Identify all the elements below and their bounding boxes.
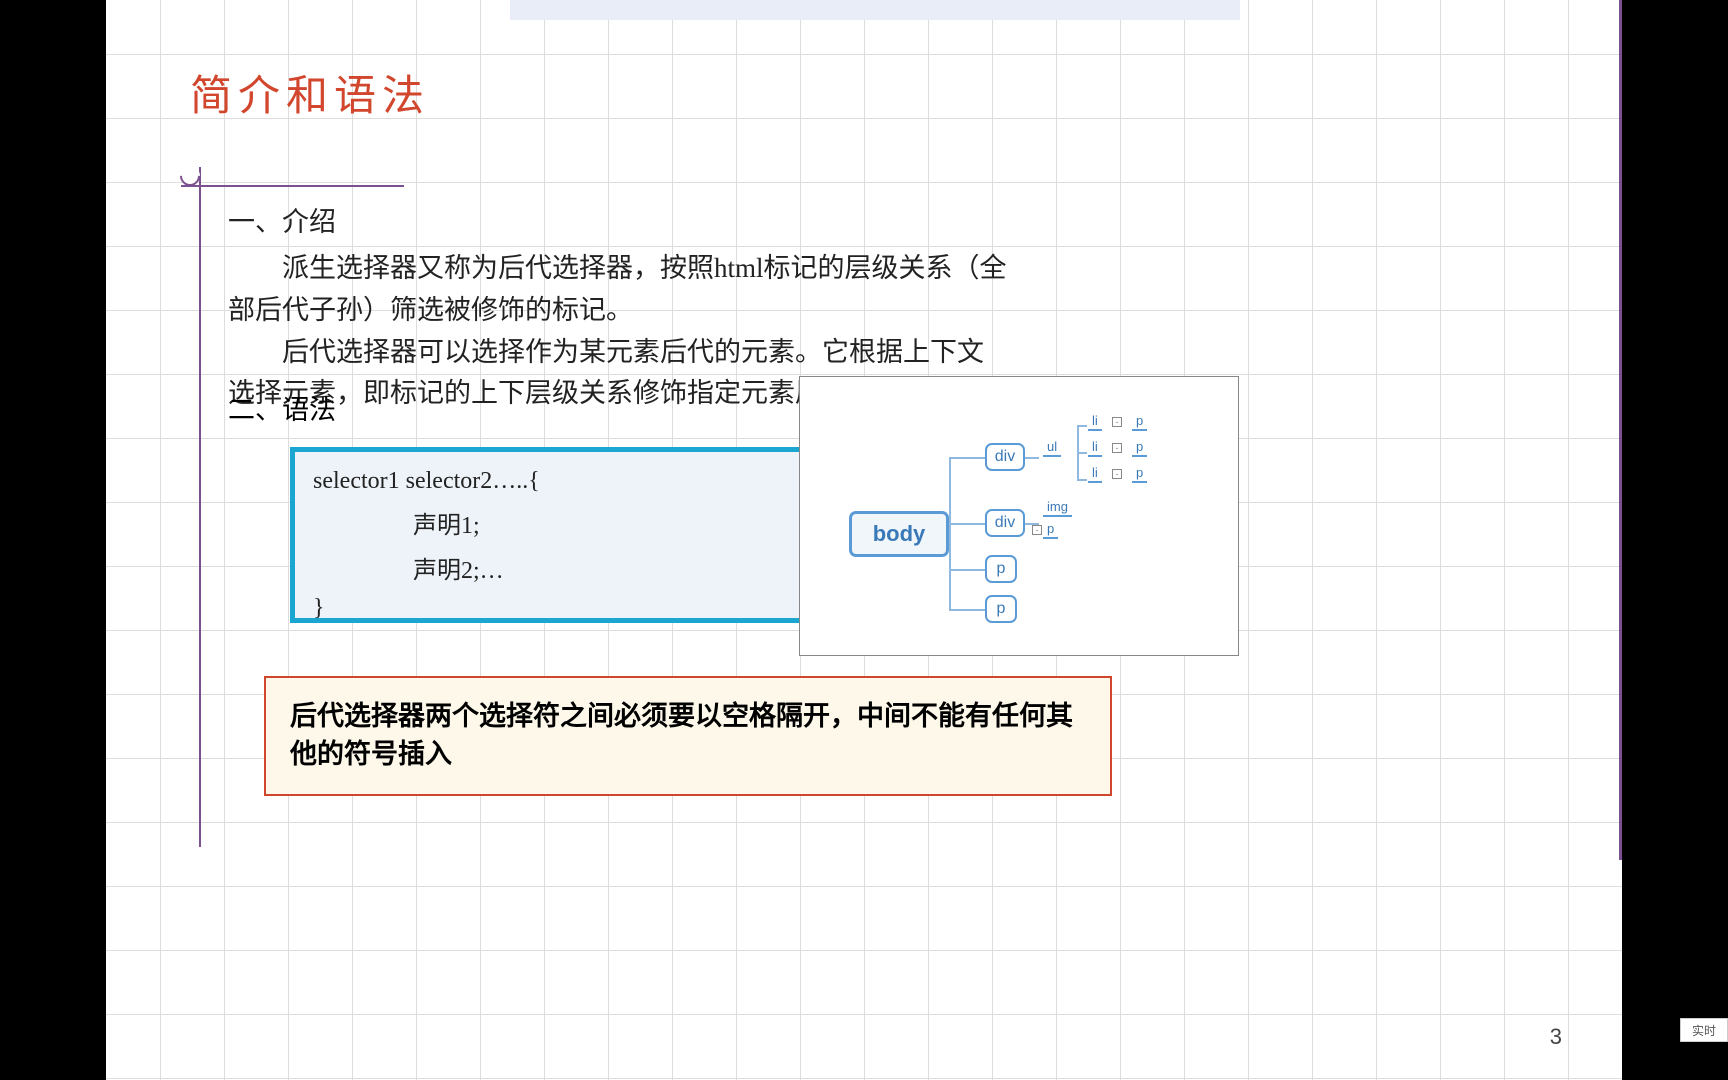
label-p: p (1132, 439, 1147, 457)
label-li: li (1088, 413, 1102, 431)
node-p: p (985, 595, 1017, 623)
right-rule (1619, 0, 1622, 860)
code-line-4: } (313, 595, 791, 622)
label-p: p (1043, 521, 1058, 539)
node-div: div (985, 443, 1025, 471)
conn (949, 457, 985, 459)
conn (1077, 425, 1087, 427)
code-line-1: selector1 selector2…..{ (313, 468, 791, 495)
label-ul: ul (1043, 439, 1061, 457)
header-band (510, 0, 1240, 20)
code-line-2: 声明1; (313, 505, 791, 540)
slide-title: 简介和语法 (190, 62, 430, 123)
conn (1025, 457, 1039, 459)
label-li: li (1088, 465, 1102, 483)
decor-rule-v (199, 167, 201, 847)
page-number: 3 (1550, 1024, 1562, 1050)
node-body: body (849, 511, 949, 557)
collapse-icon: - (1112, 469, 1122, 479)
conn (949, 609, 985, 611)
code-line-3: 声明2;… (313, 550, 791, 585)
slide: 简介和语法 一、介绍 派生选择器又称为后代选择器，按照html标记的层级关系（全… (106, 0, 1622, 1080)
conn (949, 569, 985, 571)
conn (1077, 479, 1087, 481)
label-p: p (1132, 465, 1147, 483)
label-img: img (1043, 499, 1072, 517)
node-div: div (985, 509, 1025, 537)
collapse-icon: - (1112, 417, 1122, 427)
dom-tree-diagram: body div div p p ul li li li p p p img p… (799, 376, 1239, 656)
collapse-icon: - (1032, 525, 1042, 535)
section1-heading: 一、介绍 (228, 202, 1008, 244)
section1-para1: 派生选择器又称为后代选择器，按照html标记的层级关系（全部后代子孙）筛选被修饰… (228, 248, 1008, 332)
decor-rule-h (181, 185, 404, 187)
conn (949, 457, 951, 610)
collapse-icon: - (1112, 443, 1122, 453)
label-li: li (1088, 439, 1102, 457)
realtime-button[interactable]: 实时 (1680, 1018, 1728, 1042)
label-p: p (1132, 413, 1147, 431)
syntax-code-box: selector1 selector2…..{ 声明1; 声明2;… } (290, 447, 814, 623)
node-p: p (985, 555, 1017, 583)
conn (949, 523, 985, 525)
section2-heading: 二、语法 (228, 388, 336, 427)
conn (1077, 452, 1087, 454)
callout-note: 后代选择器两个选择符之间必须要以空格隔开，中间不能有任何其他的符号插入 (264, 676, 1112, 796)
